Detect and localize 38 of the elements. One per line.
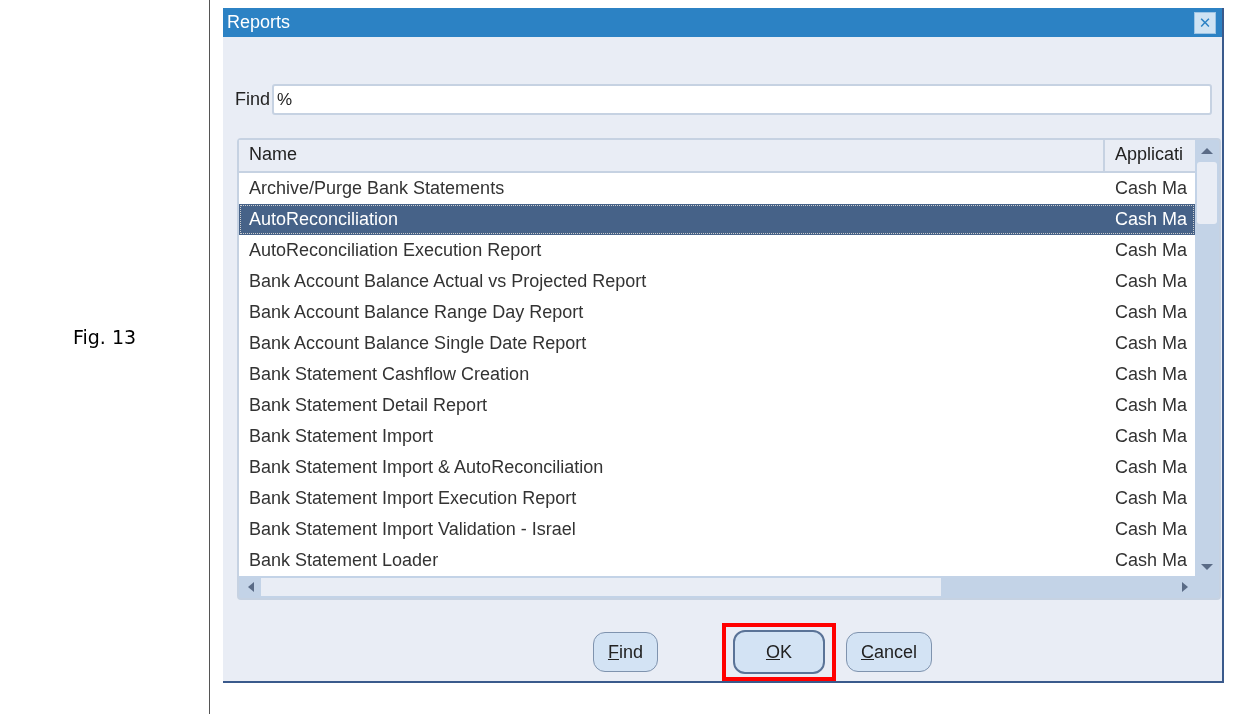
table-cell-text: Cash Ma (1114, 208, 1189, 231)
table-cell-text: Cash Ma (1114, 332, 1189, 355)
table-cell-text: AutoReconciliation (248, 208, 400, 231)
table-cell-text: Cash Ma (1114, 394, 1189, 417)
table-cell-text: AutoReconciliation Execution Report (248, 239, 543, 262)
figure-label: Fig. 13 (72, 326, 137, 348)
table-cell-text: Bank Statement Detail Report (248, 394, 489, 417)
table-cell-text: Bank Statement Loader (248, 549, 440, 572)
table-cell-text: Cash Ma (1114, 487, 1189, 510)
table-cell-text: Bank Statement Import Execution Report (248, 487, 578, 510)
find-field[interactable]: % (272, 84, 1212, 115)
table-cell-text: Cash Ma (1114, 549, 1189, 572)
scroll-thumb[interactable] (1197, 162, 1217, 224)
table-cell-text: Bank Statement Import & AutoReconciliation (248, 456, 605, 479)
table-cell-text: Archive/Purge Bank Statements (248, 177, 506, 200)
table-cell-text: Cash Ma (1114, 456, 1189, 479)
table-cell-text: Bank Statement Import (248, 425, 435, 448)
table-row[interactable]: AutoReconciliation Cash Ma (239, 204, 1195, 235)
dialog-button[interactable]: OK (733, 630, 825, 674)
table-cell-text: Cash Ma (1114, 518, 1189, 541)
table-cell-text: Cash Ma (1114, 239, 1189, 262)
table-cell-text: Bank Statement Cashflow Creation (248, 363, 531, 386)
table-cell-text: Cash Ma (1114, 270, 1189, 293)
table-cell-text: Bank Account Balance Actual vs Projected Report (248, 270, 648, 293)
find-label: Find (235, 89, 270, 110)
table-cell-text: Cash Ma (1114, 177, 1189, 200)
table-cell-text: Cash Ma (1114, 363, 1189, 386)
table-cell-text: Bank Account Balance Single Date Report (248, 332, 588, 355)
dialog-button[interactable]: Cancel (846, 632, 933, 672)
window-title: Reports (227, 12, 291, 33)
table-cell-text: Bank Statement Import Validation - Israel (248, 518, 577, 541)
scroll-thumb[interactable] (261, 578, 941, 596)
column-header[interactable]: Applicati (1105, 140, 1195, 171)
table-cell-text: Cash Ma (1114, 425, 1189, 448)
table-cell-text: Bank Account Balance Range Day Report (248, 301, 585, 324)
column-header[interactable]: Name (239, 140, 1105, 171)
dialog-button[interactable]: Find (592, 632, 658, 672)
table-cell-text: Cash Ma (1114, 301, 1189, 324)
